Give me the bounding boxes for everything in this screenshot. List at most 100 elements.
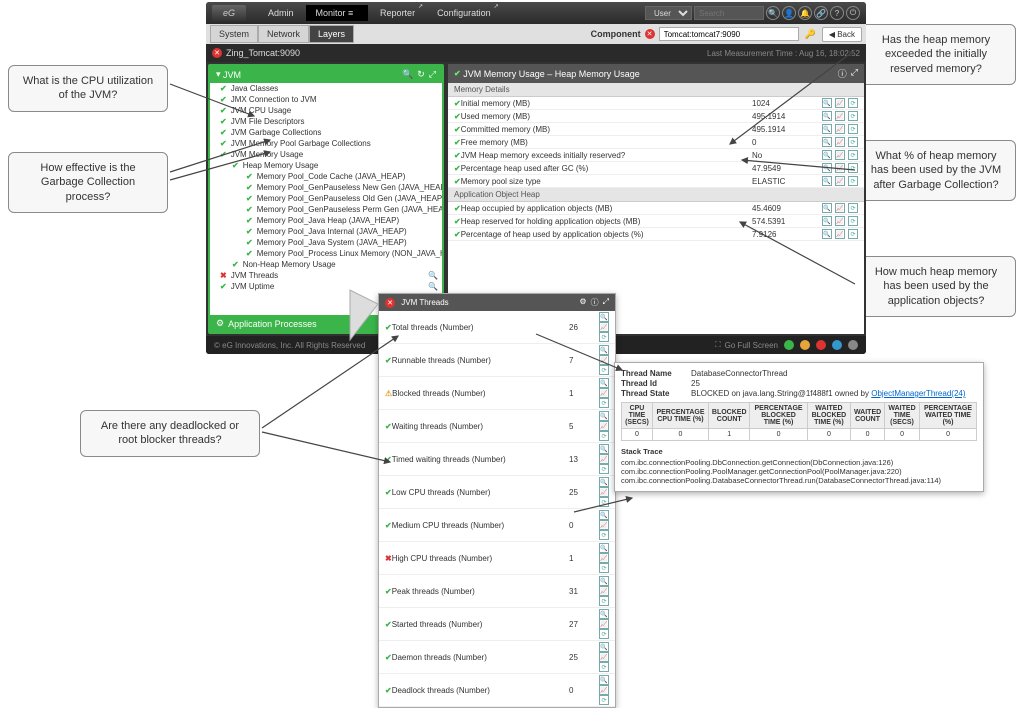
chart-icon[interactable]: 📈 (835, 111, 845, 121)
chart-icon[interactable]: 📈 (599, 520, 609, 530)
expand-icon[interactable]: ⤢ (603, 297, 609, 308)
tree-item[interactable]: ✔JVM Memory Pool Garbage Collections (210, 138, 442, 149)
chart-icon[interactable]: 📈 (599, 652, 609, 662)
search-icon[interactable]: 🔍 (599, 411, 609, 421)
search-icon[interactable]: 🔍 (822, 150, 832, 160)
chart-icon[interactable]: 📈 (835, 229, 845, 239)
history-icon[interactable]: ⟳ (848, 111, 858, 121)
chart-icon[interactable]: 📈 (599, 388, 609, 398)
subtab-layers[interactable]: Layers (309, 25, 354, 43)
chevron-down-icon[interactable]: ▾ (216, 69, 221, 80)
search-icon[interactable]: 🔍 (822, 229, 832, 239)
tree-item[interactable]: ✔Memory Pool_GenPauseless Perm Gen (JAVA… (210, 204, 442, 215)
history-icon[interactable]: ⟳ (848, 229, 858, 239)
chart-icon[interactable]: 📈 (599, 553, 609, 563)
history-icon[interactable]: ⟳ (848, 176, 858, 186)
search-icon[interactable]: 🔍 (599, 477, 609, 487)
chart-icon[interactable]: 📈 (835, 137, 845, 147)
search-icon[interactable]: 🔍 (599, 609, 609, 619)
search-icon[interactable]: 🔍 (822, 111, 832, 121)
search-input[interactable] (694, 6, 764, 20)
tree-item[interactable]: ✔Memory Pool_Code Cache (JAVA_HEAP) (210, 171, 442, 182)
chart-icon[interactable]: 📈 (599, 619, 609, 629)
gear-icon[interactable]: ⚙ (579, 297, 586, 308)
bell-icon[interactable]: 🔔 (798, 6, 812, 20)
tree-item[interactable]: ✔Memory Pool_GenPauseless New Gen (JAVA_… (210, 182, 442, 193)
power-icon[interactable]: ⏻ (846, 6, 860, 20)
search-icon[interactable]: 🔍 (822, 124, 832, 134)
info-icon[interactable]: ⓘ (591, 297, 599, 308)
chart-icon[interactable]: 📈 (599, 586, 609, 596)
chart-icon[interactable]: 📈 (599, 487, 609, 497)
chart-icon[interactable]: 📈 (835, 124, 845, 134)
search-icon[interactable]: 🔍 (599, 543, 609, 553)
expand-icon[interactable]: ⤢ (429, 69, 436, 80)
search-icon[interactable]: 🔍 (599, 510, 609, 520)
key-icon[interactable]: 🔑 (805, 29, 816, 40)
history-icon[interactable]: ⟳ (599, 695, 609, 705)
tree-item[interactable]: ✔JVM CPU Usage (210, 105, 442, 116)
detail-icon[interactable]: 🔍 (428, 271, 438, 280)
chart-icon[interactable]: 📈 (835, 216, 845, 226)
history-icon[interactable]: ⟳ (599, 629, 609, 639)
help-icon[interactable]: ? (830, 6, 844, 20)
tree-item[interactable]: ✔JVM Memory Usage (210, 149, 442, 160)
subtab-system[interactable]: System (210, 25, 258, 43)
history-icon[interactable]: ⟳ (599, 332, 609, 342)
search-icon[interactable]: 🔍 (599, 642, 609, 652)
history-icon[interactable]: ⟳ (599, 365, 609, 375)
chart-icon[interactable]: 📈 (835, 98, 845, 108)
expand-icon[interactable]: ⤢ (851, 67, 858, 80)
search-icon[interactable]: 🔍 (599, 312, 609, 322)
history-icon[interactable]: ⟳ (848, 216, 858, 226)
nav-monitor[interactable]: Monitor (306, 5, 369, 21)
history-icon[interactable]: ⟳ (848, 137, 858, 147)
link-icon[interactable]: 🔗 (814, 6, 828, 20)
tree-item[interactable]: ✔JVM Garbage Collections (210, 127, 442, 138)
fullscreen-icon[interactable]: ⛶ (715, 340, 721, 350)
metric-tree[interactable]: ✔Java Classes✔JMX Connection to JVM✔JVM … (210, 83, 442, 315)
tree-item[interactable]: ✔JVM Uptime 🔍 (210, 281, 442, 292)
history-icon[interactable]: ⟳ (599, 398, 609, 408)
history-icon[interactable]: ⟳ (599, 464, 609, 474)
tree-item[interactable]: ✔JMX Connection to JVM (210, 94, 442, 105)
search-icon[interactable]: 🔍 (599, 378, 609, 388)
chart-icon[interactable]: 📈 (599, 322, 609, 332)
history-icon[interactable]: ⟳ (599, 431, 609, 441)
owner-thread-link[interactable]: ObjectManagerThread(24) (871, 389, 965, 398)
search-icon[interactable]: 🔍 (822, 137, 832, 147)
chart-icon[interactable]: 📈 (599, 421, 609, 431)
history-icon[interactable]: ⟳ (599, 596, 609, 606)
search-icon[interactable]: 🔍 (599, 675, 609, 685)
search-icon[interactable]: 🔍 (822, 176, 832, 186)
history-icon[interactable]: ⟳ (848, 163, 858, 173)
chart-icon[interactable]: 📈 (599, 355, 609, 365)
chart-icon[interactable]: 📈 (599, 685, 609, 695)
tree-item[interactable]: ✔JVM File Descriptors (210, 116, 442, 127)
search-icon[interactable]: 🔍 (599, 444, 609, 454)
tree-item[interactable]: ✔Memory Pool_Java Internal (JAVA_HEAP) (210, 226, 442, 237)
user-icon[interactable]: 👤 (782, 6, 796, 20)
chart-icon[interactable]: 📈 (835, 176, 845, 186)
tree-item[interactable]: ✔Heap Memory Usage (210, 160, 442, 171)
chart-icon[interactable]: 📈 (835, 150, 845, 160)
tree-item[interactable]: ✔Non-Heap Memory Usage (210, 259, 442, 270)
history-icon[interactable]: ⟳ (599, 662, 609, 672)
history-icon[interactable]: ⟳ (599, 497, 609, 507)
history-icon[interactable]: ⟳ (599, 563, 609, 573)
history-icon[interactable]: ⟳ (848, 203, 858, 213)
nav-admin[interactable]: Admin (258, 5, 304, 21)
search-icon[interactable]: 🔍 (822, 203, 832, 213)
chart-icon[interactable]: 📈 (835, 163, 845, 173)
tree-item[interactable]: ✔Memory Pool_Process Linux Memory (NON_J… (210, 248, 442, 259)
search-icon[interactable]: 🔍 (599, 576, 609, 586)
component-select[interactable] (659, 27, 799, 41)
history-icon[interactable]: ⟳ (848, 150, 858, 160)
tree-item[interactable]: ✖JVM Threads 🔍 (210, 270, 442, 281)
chart-icon[interactable]: 📈 (599, 454, 609, 464)
nav-reporter[interactable]: Reporter↗ (370, 5, 425, 21)
search-icon[interactable]: 🔍 (822, 163, 832, 173)
history-icon[interactable]: ⟳ (599, 530, 609, 540)
search-icon[interactable]: 🔍 (822, 98, 832, 108)
nav-config[interactable]: Configuration↗ (427, 5, 501, 21)
